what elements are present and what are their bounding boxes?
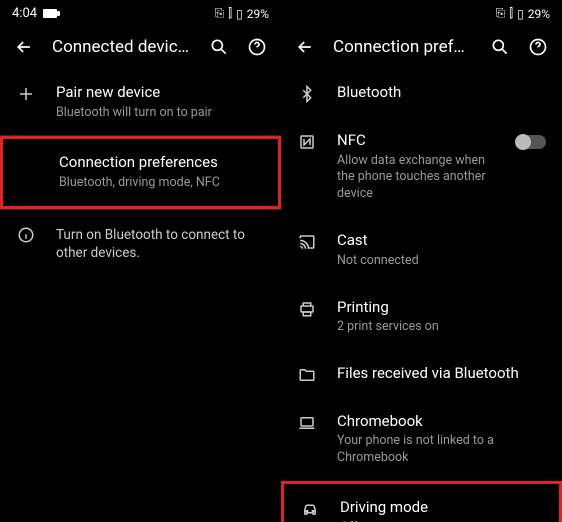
cast-indicator-icon: ⎘ [496, 6, 506, 21]
nfc-toggle[interactable] [516, 135, 546, 149]
settings-list: Pair new device Bluetooth will turn on t… [0, 69, 281, 522]
connection-preferences-item[interactable]: Connection preferences Bluetooth, drivin… [0, 136, 281, 208]
laptop-icon [297, 412, 317, 432]
status-bar: ⎘ ⫿ ▯ 29% [281, 0, 562, 27]
plus-icon [16, 83, 36, 103]
item-title: Pair new device [56, 83, 265, 103]
battery-icon: ▯ [236, 7, 243, 21]
bluetooth-icon [297, 83, 317, 103]
info-text: Turn on Bluetooth to connect to other de… [56, 226, 265, 262]
item-subtitle: Your phone is not linked to a Chromebook [337, 433, 546, 467]
printing-item[interactable]: Printing 2 print services on [281, 284, 562, 350]
item-subtitle: Bluetooth will turn on to pair [56, 105, 265, 122]
item-subtitle: Bluetooth, driving mode, NFC [59, 175, 262, 192]
cast-item[interactable]: Cast Not connected [281, 217, 562, 283]
status-battery: 29% [247, 7, 269, 21]
app-bar: Connected devices [0, 27, 281, 69]
camera-icon [43, 9, 57, 18]
driving-mode-item[interactable]: Driving mode Off [281, 481, 562, 522]
search-button[interactable] [490, 37, 510, 57]
item-title: Bluetooth [337, 83, 546, 103]
bluetooth-info: Turn on Bluetooth to connect to other de… [0, 210, 281, 276]
back-button[interactable] [14, 37, 34, 57]
pair-new-device-item[interactable]: Pair new device Bluetooth will turn on t… [0, 69, 281, 135]
signal-icon: ⫿ [228, 6, 232, 21]
nfc-icon [297, 131, 317, 151]
battery-icon: ▯ [517, 7, 524, 21]
status-time: 4:04 [12, 6, 37, 21]
car-icon [300, 498, 320, 518]
app-bar: Connection preferen... [281, 27, 562, 69]
item-title: Driving mode [340, 498, 543, 518]
item-title: Connection preferences [59, 153, 262, 173]
item-title: NFC [337, 131, 496, 151]
status-battery: 29% [528, 7, 550, 21]
item-subtitle: Not connected [337, 253, 546, 270]
cast-indicator-icon: ⎘ [215, 6, 225, 21]
printer-icon [297, 298, 317, 318]
files-received-item[interactable]: Files received via Bluetooth [281, 350, 562, 398]
signal-icon: ⫿ [509, 6, 513, 21]
item-title: Cast [337, 231, 546, 251]
page-title: Connection preferen... [333, 37, 472, 57]
status-bar: 4:04 ⎘ ⫿ ▯ 29% [0, 0, 281, 27]
chromebook-item[interactable]: Chromebook Your phone is not linked to a… [281, 398, 562, 481]
bluetooth-item[interactable]: Bluetooth [281, 69, 562, 117]
item-subtitle: 2 print services on [337, 319, 546, 336]
back-button[interactable] [295, 37, 315, 57]
item-subtitle: Allow data exchange when the phone touch… [337, 153, 496, 204]
screen-connection-preferences: ⎘ ⫿ ▯ 29% Connection preferen... Bluetoo… [281, 0, 562, 522]
search-button[interactable] [209, 37, 229, 57]
help-button[interactable] [247, 37, 267, 57]
settings-list: Bluetooth NFC Allow data exchange when t… [281, 69, 562, 522]
cast-icon [297, 231, 317, 251]
item-title: Files received via Bluetooth [337, 364, 546, 384]
nfc-item[interactable]: NFC Allow data exchange when the phone t… [281, 117, 562, 217]
page-title: Connected devices [52, 37, 191, 57]
folder-icon [297, 364, 317, 384]
info-icon [16, 224, 36, 244]
item-title: Printing [337, 298, 546, 318]
help-button[interactable] [528, 37, 548, 57]
item-title: Chromebook [337, 412, 546, 432]
screen-connected-devices: 4:04 ⎘ ⫿ ▯ 29% Connected devices Pair ne… [0, 0, 281, 522]
